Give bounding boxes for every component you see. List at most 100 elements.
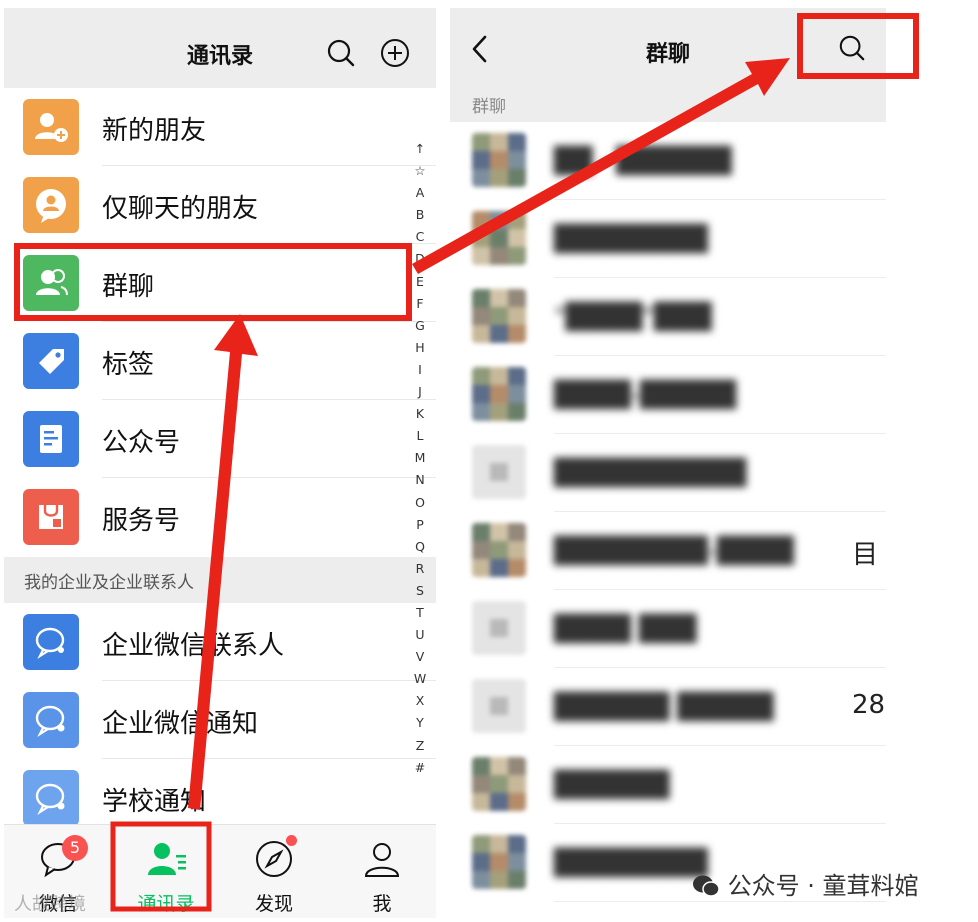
group-avatar xyxy=(472,679,526,733)
group-name: ██████ █████ xyxy=(554,692,774,721)
group-row[interactable]: ██████ xyxy=(450,746,886,824)
index-letter[interactable]: T xyxy=(408,602,432,624)
group-avatar xyxy=(472,211,526,265)
group-row[interactable]: ██████ █████ 28 xyxy=(450,668,886,746)
index-letter[interactable]: Q xyxy=(408,536,432,558)
alphabet-index[interactable]: ↑ ☆ A B C D E F G H I J K L M N O P Q R S T U V W X Y Z # xyxy=(408,138,432,779)
unread-badge: 5 xyxy=(62,835,88,861)
group-name: ████-█████ xyxy=(554,380,737,409)
highlight-group-chats xyxy=(14,243,412,321)
official-account-icon xyxy=(23,411,79,467)
new-dot xyxy=(286,835,297,846)
group-avatar xyxy=(472,523,526,577)
index-letter[interactable]: U xyxy=(408,624,432,646)
index-letter[interactable]: Z xyxy=(408,735,432,757)
index-letter[interactable]: N xyxy=(408,469,432,491)
wechat-logo-icon xyxy=(693,875,720,897)
group-chats-screen: 群聊 群聊 ██ · ██████ ████████ "████"███ ████-█… xyxy=(450,8,886,914)
row-tags[interactable]: 标签 xyxy=(4,322,436,400)
contacts-screen: 通讯录 新的朋友 仅聊天的朋友 群聊 标签 公众号 服务号 我的企业及企业联系人… xyxy=(4,8,436,918)
index-letter[interactable]: J xyxy=(408,381,432,403)
tab-discover[interactable]: 发现 xyxy=(220,825,328,919)
tab-label: 我 xyxy=(372,893,392,915)
group-name: ████████-████ xyxy=(554,536,794,565)
group-name: "████"███ xyxy=(554,302,712,331)
group-name: ████ ███ xyxy=(554,614,697,643)
tag-icon xyxy=(23,333,79,389)
row-label: 服务号 xyxy=(102,506,181,536)
row-service-accounts[interactable]: 服务号 xyxy=(4,478,436,556)
index-letter[interactable]: # xyxy=(408,757,432,779)
service-account-icon xyxy=(23,489,79,545)
index-letter[interactable]: I xyxy=(408,359,432,381)
index-letter[interactable]: ↑ xyxy=(408,138,432,160)
index-letter[interactable]: P xyxy=(408,514,432,536)
index-letter[interactable]: X xyxy=(408,690,432,712)
divider xyxy=(554,901,886,902)
row-label: 公众号 xyxy=(102,428,181,458)
group-row[interactable]: "████"███ xyxy=(450,278,886,356)
index-letter[interactable]: L xyxy=(408,425,432,447)
row-label: 标签 xyxy=(102,350,155,380)
group-avatar xyxy=(472,445,526,499)
index-letter[interactable]: O xyxy=(408,492,432,514)
school-notice-icon xyxy=(23,770,79,826)
group-row[interactable]: ██ · ██████ xyxy=(450,122,886,200)
tab-contacts[interactable]: 通讯录 xyxy=(112,825,220,919)
row-wecom-notices[interactable]: 企业微信通知 xyxy=(4,681,436,759)
index-letter[interactable]: B xyxy=(408,204,432,226)
group-name: ██ · ██████ xyxy=(554,146,732,175)
group-row[interactable]: ████-█████ xyxy=(450,356,886,434)
index-letter[interactable]: A xyxy=(408,182,432,204)
row-chat-only-friends[interactable]: 仅聊天的朋友 xyxy=(4,166,436,244)
row-new-friends[interactable]: 新的朋友 xyxy=(4,88,436,166)
index-letter[interactable]: W xyxy=(408,668,432,690)
index-letter[interactable]: R xyxy=(408,558,432,580)
group-name-tail: 28 xyxy=(852,690,886,720)
group-row[interactable]: ████████ xyxy=(450,200,886,278)
row-label: 企业微信通知 xyxy=(102,709,259,739)
group-avatar xyxy=(472,289,526,343)
contacts-icon xyxy=(148,843,186,875)
group-row[interactable]: ████ ███ xyxy=(450,590,886,668)
group-row[interactable]: ████████-████ 目 xyxy=(450,512,886,590)
new-friend-icon xyxy=(23,99,79,155)
page-title: 通讯录 xyxy=(186,44,253,69)
index-letter[interactable]: M xyxy=(408,447,432,469)
group-row[interactable]: ██████████ xyxy=(450,434,886,512)
index-letter[interactable]: S xyxy=(408,580,432,602)
enterprise-section-label: 我的企业及企业联系人 xyxy=(4,557,436,603)
group-avatar xyxy=(472,367,526,421)
contacts-header: 通讯录 xyxy=(4,8,436,88)
wecom-notice-icon xyxy=(23,692,79,748)
tab-label: 发现 xyxy=(254,893,293,915)
row-label: 学校通知 xyxy=(102,787,207,817)
index-letter[interactable]: V xyxy=(408,646,432,668)
wecom-contact-icon xyxy=(23,614,79,670)
search-icon[interactable] xyxy=(326,38,356,68)
group-avatar xyxy=(472,835,526,889)
index-letter[interactable]: K xyxy=(408,403,432,425)
row-label: 新的朋友 xyxy=(102,116,207,146)
group-avatar xyxy=(472,757,526,811)
chat-only-icon xyxy=(23,177,79,233)
tab-label: 通讯录 xyxy=(137,893,195,915)
group-name: ████████ xyxy=(554,848,708,877)
row-official-accounts[interactable]: 公众号 xyxy=(4,400,436,478)
row-label: 企业微信联系人 xyxy=(102,631,285,661)
watermark-left: 人故跨境 xyxy=(14,894,86,915)
highlight-search xyxy=(797,13,919,79)
index-letter[interactable]: Y xyxy=(408,712,432,734)
group-name-tail: 目 xyxy=(852,540,879,570)
row-wecom-contacts[interactable]: 企业微信联系人 xyxy=(4,603,436,681)
group-name: ████████ xyxy=(554,224,708,253)
add-icon[interactable] xyxy=(380,38,410,68)
person-icon xyxy=(364,843,400,877)
index-letter[interactable]: H xyxy=(408,337,432,359)
group-name: ██████████ xyxy=(554,458,747,487)
tab-me[interactable]: 我 xyxy=(328,825,436,919)
group-avatar xyxy=(472,601,526,655)
watermark-text: 公众号 · 童茸料婠 xyxy=(727,872,919,900)
index-letter[interactable]: ☆ xyxy=(408,160,432,182)
watermark: 公众号 · 童茸料婠 xyxy=(692,866,919,901)
